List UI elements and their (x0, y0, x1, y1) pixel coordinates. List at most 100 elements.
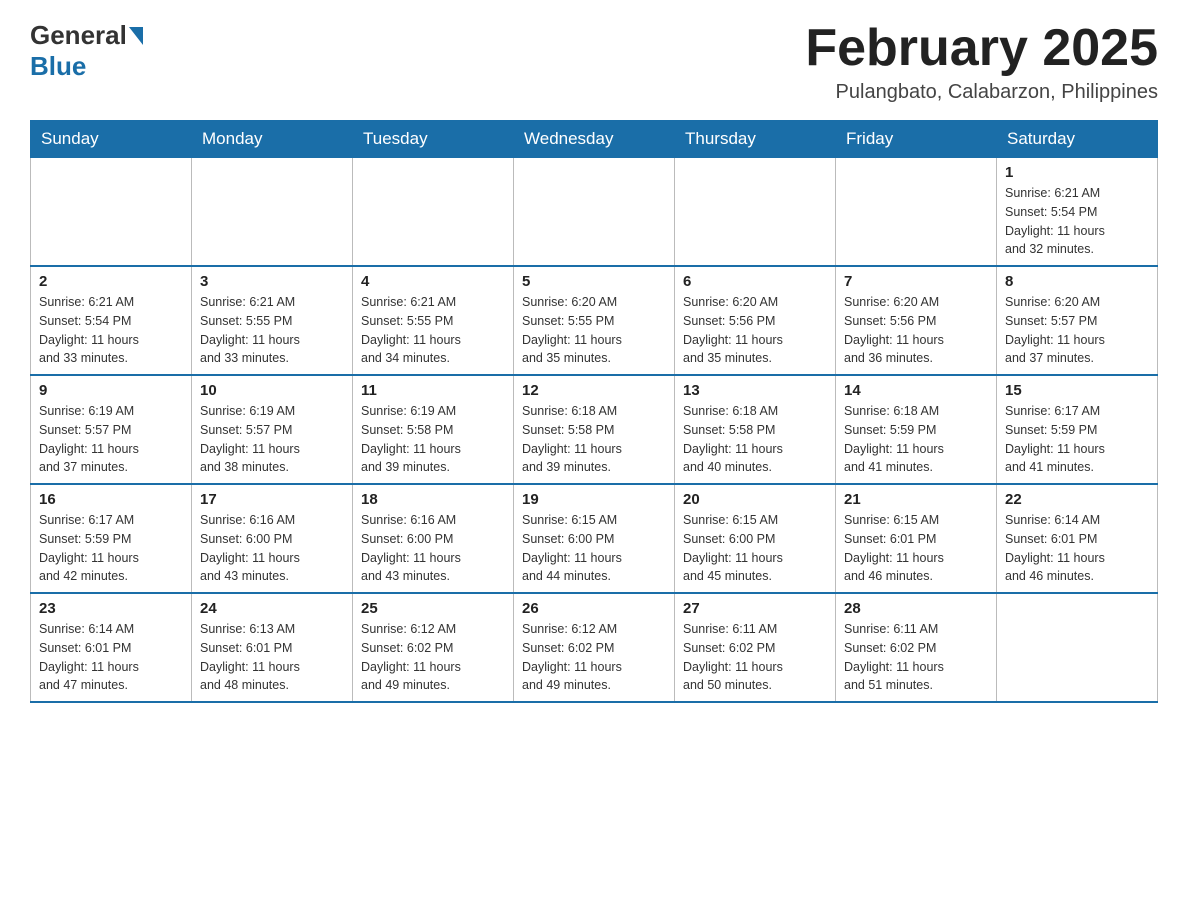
day-number: 12 (522, 382, 666, 399)
logo-blue-text: Blue (30, 51, 86, 82)
calendar-day-cell: 7 Sunrise: 6:20 AMSunset: 5:56 PMDaylight… (836, 266, 997, 375)
day-info: Sunrise: 6:16 AMSunset: 6:00 PMDaylight:… (361, 511, 505, 586)
calendar-day-cell (997, 593, 1158, 702)
calendar-day-cell: 28Sunrise: 6:11 AMSunset: 6:02 PMDayligh… (836, 593, 997, 702)
day-info: Sunrise: 6:18 AMSunset: 5:58 PMDaylight:… (683, 402, 827, 477)
day-number: 22 (1005, 491, 1149, 508)
calendar-day-cell: 23Sunrise: 6:14 AMSunset: 6:01 PMDayligh… (31, 593, 192, 702)
calendar-day-cell: 3Sunrise: 6:21 AMSunset: 5:55 PMDaylight… (192, 266, 353, 375)
calendar-day-cell: 5Sunrise: 6:20 AMSunset: 5:55 PMDaylight… (514, 266, 675, 375)
day-number: 24 (200, 600, 344, 617)
calendar-day-cell (31, 158, 192, 267)
day-number: 8 (1005, 273, 1149, 290)
calendar-week-row: 9 Sunrise: 6:19 AMSunset: 5:57 PMDaylight… (31, 375, 1158, 484)
day-number: 15 (1005, 382, 1149, 399)
calendar-day-cell (836, 158, 997, 267)
weekday-header-wednesday: Wednesday (514, 121, 675, 158)
calendar-body: 1 Sunrise: 6:21 AMSunset: 5:54 PMDaylight… (31, 158, 1158, 703)
day-number: 18 (361, 491, 505, 508)
calendar-day-cell: 15 Sunrise: 6:17 AMSunset: 5:59 PMDayligh… (997, 375, 1158, 484)
calendar-day-cell: 8 Sunrise: 6:20 AMSunset: 5:57 PMDaylight… (997, 266, 1158, 375)
calendar-day-cell: 6Sunrise: 6:20 AMSunset: 5:56 PMDaylight… (675, 266, 836, 375)
day-number: 27 (683, 600, 827, 617)
day-info: Sunrise: 6:21 AMSunset: 5:54 PMDaylight:… (39, 293, 183, 368)
weekday-header-saturday: Saturday (997, 121, 1158, 158)
calendar-day-cell: 4 Sunrise: 6:21 AMSunset: 5:55 PMDaylight… (353, 266, 514, 375)
weekday-header-monday: Monday (192, 121, 353, 158)
calendar-day-cell (675, 158, 836, 267)
day-info: Sunrise: 6:17 AMSunset: 5:59 PMDaylight:… (1005, 402, 1149, 477)
calendar-day-cell (514, 158, 675, 267)
calendar-day-cell: 9 Sunrise: 6:19 AMSunset: 5:57 PMDaylight… (31, 375, 192, 484)
calendar-day-cell: 19Sunrise: 6:15 AMSunset: 6:00 PMDayligh… (514, 484, 675, 593)
day-info: Sunrise: 6:19 AMSunset: 5:57 PMDaylight:… (39, 402, 183, 477)
logo: General Blue (30, 20, 145, 82)
calendar-day-cell: 11 Sunrise: 6:19 AMSunset: 5:58 PMDayligh… (353, 375, 514, 484)
day-info: Sunrise: 6:20 AMSunset: 5:56 PMDaylight:… (844, 293, 988, 368)
day-number: 4 (361, 273, 505, 290)
calendar-day-cell: 25 Sunrise: 6:12 AMSunset: 6:02 PMDayligh… (353, 593, 514, 702)
day-number: 1 (1005, 164, 1149, 181)
day-info: Sunrise: 6:16 AMSunset: 6:00 PMDaylight:… (200, 511, 344, 586)
day-info: Sunrise: 6:14 AMSunset: 6:01 PMDaylight:… (1005, 511, 1149, 586)
calendar-day-cell: 17 Sunrise: 6:16 AMSunset: 6:00 PMDayligh… (192, 484, 353, 593)
day-number: 28 (844, 600, 988, 617)
calendar-week-row: 16 Sunrise: 6:17 AMSunset: 5:59 PMDayligh… (31, 484, 1158, 593)
day-number: 10 (200, 382, 344, 399)
day-info: Sunrise: 6:20 AMSunset: 5:57 PMDaylight:… (1005, 293, 1149, 368)
calendar-week-row: 2 Sunrise: 6:21 AMSunset: 5:54 PMDaylight… (31, 266, 1158, 375)
calendar-day-cell: 18 Sunrise: 6:16 AMSunset: 6:00 PMDayligh… (353, 484, 514, 593)
day-number: 17 (200, 491, 344, 508)
calendar-day-cell: 16 Sunrise: 6:17 AMSunset: 5:59 PMDayligh… (31, 484, 192, 593)
day-number: 16 (39, 491, 183, 508)
calendar-day-cell: 27 Sunrise: 6:11 AMSunset: 6:02 PMDayligh… (675, 593, 836, 702)
day-number: 14 (844, 382, 988, 399)
page-header: General Blue February 2025 Pulangbato, C… (30, 20, 1158, 104)
calendar-day-cell: 2 Sunrise: 6:21 AMSunset: 5:54 PMDaylight… (31, 266, 192, 375)
title-block: February 2025 Pulangbato, Calabarzon, Ph… (805, 20, 1158, 104)
weekday-header-thursday: Thursday (675, 121, 836, 158)
calendar-day-cell: 1Sunrise: 6:21 AMSunset: 5:54 PMDaylight… (997, 158, 1158, 267)
day-info: Sunrise: 6:13 AMSunset: 6:01 PMDaylight:… (200, 620, 344, 695)
calendar-title: February 2025 (805, 20, 1158, 77)
day-info: Sunrise: 6:11 AMSunset: 6:02 PMDaylight:… (683, 620, 827, 695)
calendar-day-cell (353, 158, 514, 267)
day-info: Sunrise: 6:12 AMSunset: 6:02 PMDaylight:… (361, 620, 505, 695)
day-number: 6 (683, 273, 827, 290)
day-info: Sunrise: 6:19 AMSunset: 5:58 PMDaylight:… (361, 402, 505, 477)
weekday-header-tuesday: Tuesday (353, 121, 514, 158)
calendar-day-cell: 21Sunrise: 6:15 AMSunset: 6:01 PMDayligh… (836, 484, 997, 593)
weekday-header-friday: Friday (836, 121, 997, 158)
calendar-day-cell: 22 Sunrise: 6:14 AMSunset: 6:01 PMDayligh… (997, 484, 1158, 593)
calendar-subtitle: Pulangbato, Calabarzon, Philippines (805, 81, 1158, 104)
day-info: Sunrise: 6:21 AMSunset: 5:55 PMDaylight:… (361, 293, 505, 368)
day-info: Sunrise: 6:20 AMSunset: 5:55 PMDaylight:… (522, 293, 666, 368)
day-number: 2 (39, 273, 183, 290)
day-info: Sunrise: 6:18 AMSunset: 5:58 PMDaylight:… (522, 402, 666, 477)
calendar-day-cell: 13 Sunrise: 6:18 AMSunset: 5:58 PMDayligh… (675, 375, 836, 484)
day-number: 26 (522, 600, 666, 617)
calendar-day-cell (192, 158, 353, 267)
logo-arrow-icon (129, 27, 143, 45)
day-number: 20 (683, 491, 827, 508)
calendar-day-cell: 24 Sunrise: 6:13 AMSunset: 6:01 PMDayligh… (192, 593, 353, 702)
day-number: 19 (522, 491, 666, 508)
calendar-day-cell: 14Sunrise: 6:18 AMSunset: 5:59 PMDayligh… (836, 375, 997, 484)
day-info: Sunrise: 6:15 AMSunset: 6:00 PMDaylight:… (683, 511, 827, 586)
day-number: 25 (361, 600, 505, 617)
day-number: 13 (683, 382, 827, 399)
day-number: 11 (361, 382, 505, 399)
calendar-table: SundayMondayTuesdayWednesdayThursdayFrid… (30, 120, 1158, 703)
calendar-day-cell: 10 Sunrise: 6:19 AMSunset: 5:57 PMDayligh… (192, 375, 353, 484)
day-info: Sunrise: 6:17 AMSunset: 5:59 PMDaylight:… (39, 511, 183, 586)
logo-general-text: General (30, 20, 127, 51)
day-number: 23 (39, 600, 183, 617)
day-info: Sunrise: 6:21 AMSunset: 5:55 PMDaylight:… (200, 293, 344, 368)
calendar-day-cell: 26Sunrise: 6:12 AMSunset: 6:02 PMDayligh… (514, 593, 675, 702)
day-number: 7 (844, 273, 988, 290)
day-info: Sunrise: 6:19 AMSunset: 5:57 PMDaylight:… (200, 402, 344, 477)
day-number: 21 (844, 491, 988, 508)
day-number: 9 (39, 382, 183, 399)
calendar-day-cell: 20 Sunrise: 6:15 AMSunset: 6:00 PMDayligh… (675, 484, 836, 593)
calendar-day-cell: 12 Sunrise: 6:18 AMSunset: 5:58 PMDayligh… (514, 375, 675, 484)
